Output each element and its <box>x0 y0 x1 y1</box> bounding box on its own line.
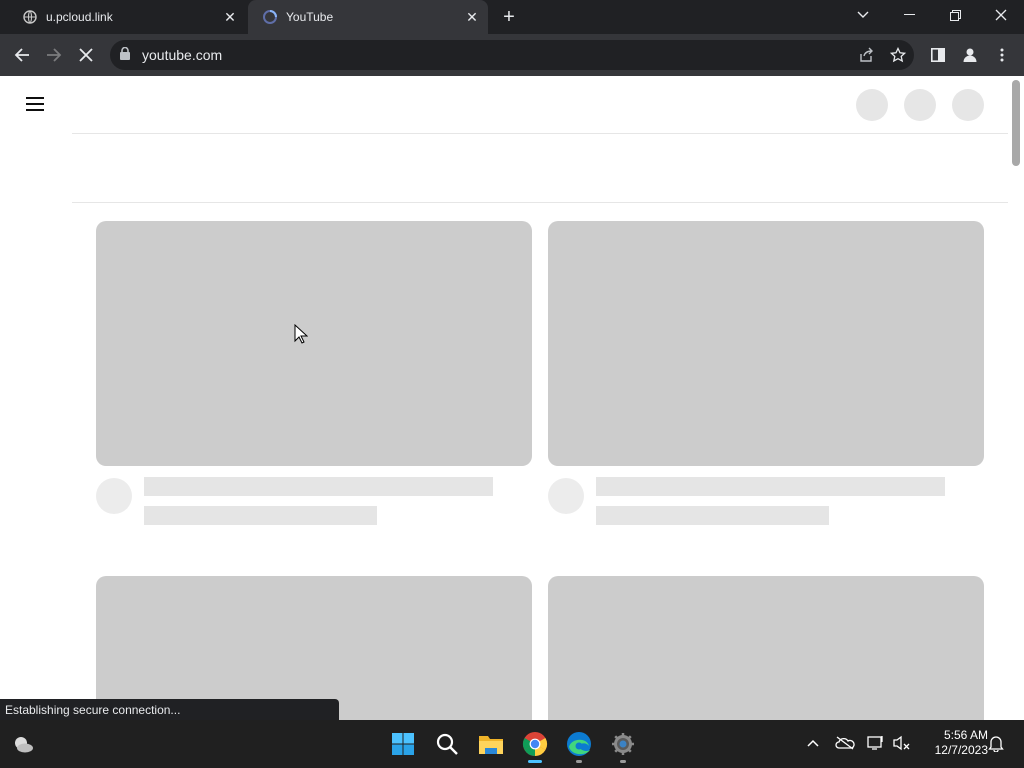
forward-icon[interactable] <box>42 43 66 67</box>
search-icon[interactable] <box>432 729 462 759</box>
menu-icon[interactable] <box>24 96 48 114</box>
lock-icon[interactable] <box>120 46 132 61</box>
onedrive-icon[interactable] <box>835 733 855 753</box>
video-thumbnail-placeholder <box>548 221 984 466</box>
meta-placeholder <box>144 506 377 525</box>
network-icon[interactable] <box>866 733 886 753</box>
title-placeholder <box>144 477 493 496</box>
start-icon[interactable] <box>388 729 418 759</box>
header-divider <box>72 133 1008 134</box>
settings-icon[interactable] <box>608 729 638 759</box>
profile-icon[interactable] <box>958 43 982 67</box>
status-bubble: Establishing secure connection... <box>0 699 339 720</box>
bookmark-star-icon[interactable] <box>886 43 910 67</box>
video-thumbnail-placeholder <box>96 221 532 466</box>
more-menu-icon[interactable] <box>990 43 1014 67</box>
new-tab-button[interactable]: + <box>498 6 520 28</box>
address-text[interactable]: youtube.com <box>142 47 222 63</box>
stop-loading-icon[interactable] <box>74 43 98 67</box>
meta-placeholder <box>596 506 829 525</box>
minimize-icon[interactable] <box>886 0 932 30</box>
open-app-indicator <box>620 760 626 763</box>
side-panel-icon[interactable] <box>926 43 950 67</box>
tab-pcloud[interactable]: u.pcloud.link ✕ <box>8 0 246 34</box>
tab-search-icon[interactable] <box>840 0 886 30</box>
tab-youtube[interactable]: YouTube ✕ <box>248 0 488 34</box>
back-icon[interactable] <box>10 43 34 67</box>
close-tab-icon[interactable]: ✕ <box>220 7 240 27</box>
address-bar[interactable] <box>110 40 914 70</box>
globe-icon <box>22 9 38 25</box>
scrollbar-thumb[interactable] <box>1012 80 1020 166</box>
tab-title: YouTube <box>286 10 334 24</box>
youtube-loading-icon <box>262 9 278 25</box>
volume-muted-icon[interactable] <box>892 733 912 753</box>
close-window-icon[interactable] <box>978 0 1024 30</box>
chrome-icon[interactable] <box>520 729 550 759</box>
share-icon[interactable] <box>854 43 878 67</box>
title-placeholder <box>596 477 945 496</box>
header-placeholder-circle <box>856 89 888 121</box>
channel-avatar-placeholder <box>96 478 132 514</box>
clock-time: 5:56 AM <box>943 728 988 742</box>
clock[interactable]: 5:56 AM 12/7/2023 <box>918 728 988 758</box>
page-scrollbar[interactable] <box>1010 76 1024 720</box>
open-app-indicator <box>576 760 582 763</box>
mouse-cursor-icon <box>294 323 309 344</box>
header-placeholder-circle <box>952 89 984 121</box>
active-app-indicator <box>528 760 542 763</box>
header-placeholder-circle <box>904 89 936 121</box>
video-thumbnail-placeholder <box>548 576 984 736</box>
channel-avatar-placeholder <box>548 478 584 514</box>
tab-title: u.pcloud.link <box>46 10 113 24</box>
edge-icon[interactable] <box>564 729 594 759</box>
restore-icon[interactable] <box>932 0 978 30</box>
clock-date: 12/7/2023 <box>934 743 988 757</box>
chips-divider <box>72 202 1008 203</box>
close-tab-icon[interactable]: ✕ <box>462 7 482 27</box>
file-explorer-icon[interactable] <box>476 729 506 759</box>
weather-icon[interactable] <box>8 729 38 759</box>
notifications-icon[interactable] <box>986 733 1006 753</box>
show-hidden-icons-chevron[interactable] <box>803 733 823 753</box>
